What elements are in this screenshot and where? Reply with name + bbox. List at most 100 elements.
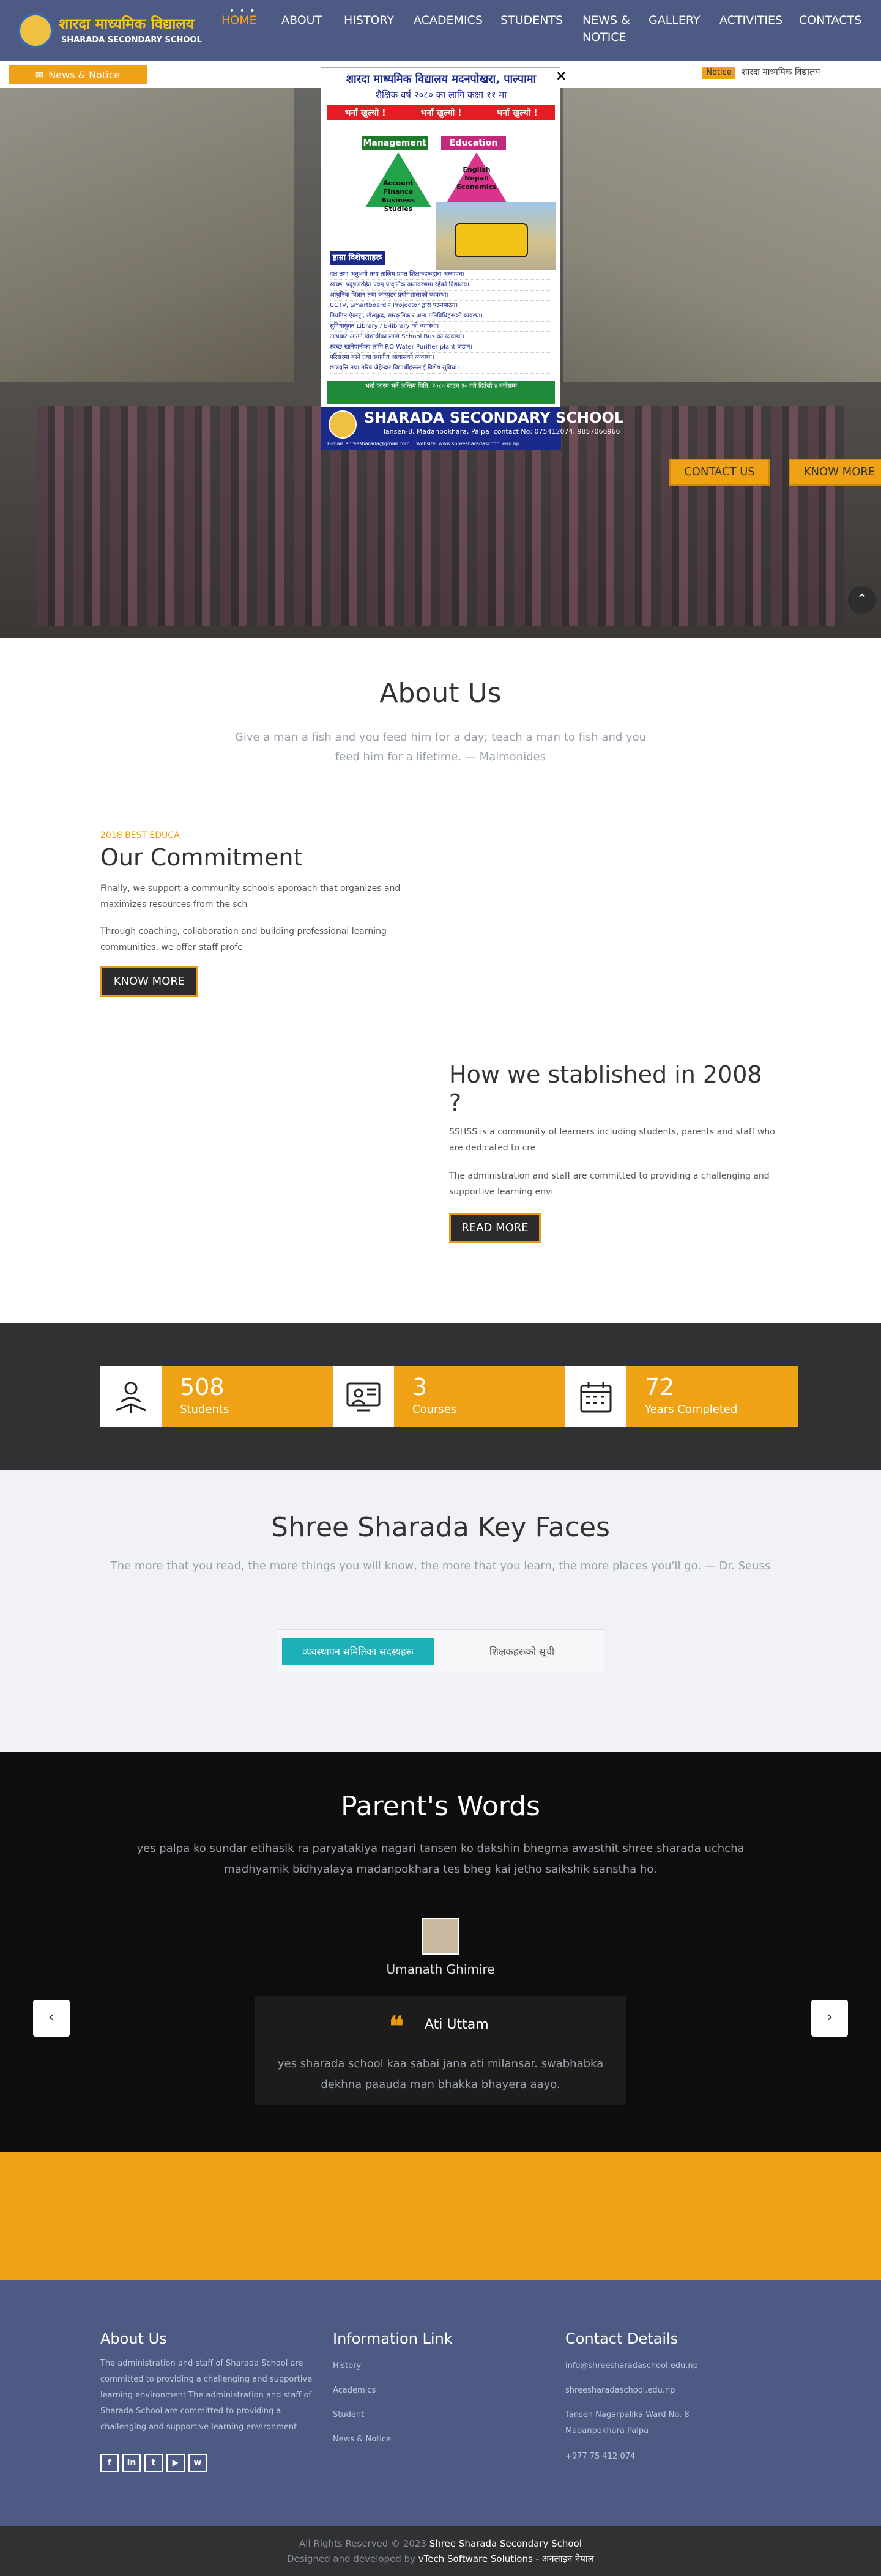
management-subjects: Account Finance Business Studies — [381, 179, 415, 213]
stat-number: 72 — [645, 1374, 675, 1401]
stat-courses: 3 Courses — [333, 1366, 565, 1427]
feature-item: आधुनिक विज्ञान तथा कम्प्युटर प्रयोगशालाक… — [330, 291, 552, 301]
facebook-icon[interactable]: f — [100, 2454, 119, 2472]
nav-about[interactable]: ABOUT — [281, 13, 322, 27]
news-notice-button[interactable]: ✉ News & Notice — [9, 65, 147, 84]
school-bus — [455, 223, 528, 257]
copyright-bar: All Rights Reserved © 2023 Shree Sharada… — [0, 2526, 881, 2576]
contact-us-button[interactable]: CONTACT US — [669, 459, 770, 486]
education-subjects: English Nepali Economics — [456, 166, 497, 191]
hero-know-more-button[interactable]: KNOW MORE — [789, 459, 881, 486]
notice-marquee[interactable]: शारदा माध्यमिक विद्यालय — [742, 66, 820, 78]
copyright-school-link[interactable]: Shree Sharada Secondary School — [429, 2538, 582, 2549]
parents-title: Parent's Words — [341, 1791, 540, 1822]
youtube-icon[interactable]: ▶ — [166, 2454, 185, 2472]
stat-label: Students — [180, 1403, 229, 1416]
stat-label: Courses — [412, 1403, 457, 1416]
close-icon[interactable]: × — [556, 68, 567, 84]
key-faces-quote: The more that you read, the more things … — [110, 1560, 771, 1572]
stat-label: Years Completed — [645, 1403, 738, 1416]
calendar-icon — [565, 1366, 626, 1427]
nav-students[interactable]: STUDENTS — [500, 13, 563, 27]
prev-arrow-icon[interactable]: ‹ — [33, 2000, 70, 2037]
popup-subtitle: शैक्षिक वर्ष २०८० का लागि कक्षा ११ मा — [375, 89, 507, 100]
parents-description: yes palpa ko sundar etihasik ra paryatak… — [136, 1842, 745, 1876]
next-arrow-icon[interactable]: › — [811, 2000, 848, 2037]
highlight-band — [0, 2152, 881, 2280]
footer-phone[interactable]: +977 75 412 074 — [565, 2449, 635, 2465]
nav-notice[interactable]: NOTICE — [582, 31, 626, 44]
admission-text: भर्ना खुल्यो ! — [496, 108, 538, 118]
notice-tag: Notice — [702, 67, 735, 79]
about-title: About Us — [379, 678, 502, 709]
key-faces-section: Shree Sharada Key Faces The more that yo… — [0, 1470, 881, 1752]
logo-english-name: SHARADA SECONDARY SCHOOL — [61, 35, 202, 45]
nav-news[interactable]: NEWS & — [582, 13, 630, 27]
admission-text: भर्ना खुल्यो ! — [344, 108, 386, 118]
main-nav: HOME ABOUT HISTORY ACADEMICS STUDENTS NE… — [214, 0, 881, 61]
established-title: How we stablished in 2008 ? — [449, 1061, 762, 1116]
nav-activities[interactable]: ACTIVITIES — [719, 13, 782, 27]
site-footer: About Us The administration and staff of… — [0, 2280, 881, 2526]
features-heading: हाम्रा विशेषताहरू — [330, 251, 385, 265]
chevron-up-icon[interactable]: ⌃ — [848, 586, 876, 614]
testimonial-card: ❝ Ati Uttam yes sharada school kaa sabai… — [255, 1996, 626, 2105]
nav-gallery[interactable]: GALLERY — [649, 13, 701, 27]
feature-item: नियमित ऐक्स्ट्रा, खेलकुद, सांस्कृतिक र अ… — [330, 311, 552, 322]
footer-website[interactable]: shreesharadaschool.edu.np — [565, 2383, 675, 2399]
school-bus-photo — [436, 202, 556, 270]
stat-students: 508 Students — [100, 1366, 333, 1427]
school-logo[interactable]: शारदा माध्यमिक विद्यालय SHARADA SECONDAR… — [18, 9, 202, 51]
commitment-eyebrow: 2018 BEST EDUCA — [100, 831, 180, 840]
commitment-title: Our Commitment — [100, 844, 303, 871]
management-stream: Management — [362, 136, 428, 150]
commitment-text: Finally, we support a community schools … — [100, 884, 401, 909]
key-faces-tabs: व्यवस्थापन समितिका सदस्यहरू शिक्षकहरूको … — [277, 1629, 604, 1673]
read-more-button[interactable]: READ MORE — [449, 1213, 541, 1243]
nav-academics[interactable]: ACADEMICS — [414, 13, 483, 27]
footer-links-title: Information Link — [333, 2330, 453, 2347]
stats-section: 508 Students 3 Courses 72 Years Complete… — [0, 1323, 881, 1470]
key-faces-title: Shree Sharada Key Faces — [271, 1512, 610, 1543]
popup-address: Tansen-8, Madanpokhara, Palpa contact No… — [382, 427, 620, 435]
feature-item: स्वच्छ, प्रदूषणरहित एवम् प्राकृतिक वाताव… — [330, 280, 552, 291]
feature-item: सुविधायुक्त Library / E-library को व्यवस… — [330, 322, 552, 332]
feature-item: टाढाबाट आउने विद्यार्थीका लागि School Bu… — [330, 332, 552, 342]
news-notice-label: News & Notice — [48, 68, 121, 81]
avatar — [422, 1918, 459, 1955]
footer-link-academics[interactable]: Academics — [333, 2383, 376, 2399]
parent-name: Umanath Ghimire — [386, 1962, 495, 1977]
stat-number: 508 — [180, 1374, 225, 1401]
form-deadline-notice: भर्ना फारम भर्ने अन्तिम मिति: २०८० साउन … — [327, 381, 555, 404]
envelope-icon: ✉ — [35, 68, 44, 81]
stat-years: 72 Years Completed — [565, 1366, 798, 1427]
footer-email[interactable]: info@shreesharadaschool.edu.np — [565, 2358, 698, 2374]
footer-link-student[interactable]: Student — [333, 2407, 364, 2423]
tab-management-committee[interactable]: व्यवस्थापन समितिका सदस्यहरू — [282, 1638, 434, 1665]
feature-item: परिसरमा बस्ने तथा स्थानीय आवासको व्यवस्थ… — [330, 353, 552, 363]
admission-open-banner: भर्ना खुल्यो ! भर्ना खुल्यो ! भर्ना खुल्… — [327, 105, 555, 120]
about-quote: Give a man a fish and you feed him for a… — [234, 731, 647, 763]
testimonial-title: Ati Uttam — [425, 2017, 489, 2032]
whatsapp-icon[interactable]: w — [188, 2454, 207, 2472]
footer-link-history[interactable]: History — [333, 2358, 361, 2374]
tab-teachers-list[interactable]: शिक्षकहरूको सूची — [461, 1638, 583, 1665]
testimonial-text: yes sharada school kaa sabai jana ati mi… — [277, 2057, 604, 2091]
copyright-line: All Rights Reserved © 2023 Shree Sharada… — [299, 2538, 582, 2549]
nav-contacts[interactable]: CONTACTS — [799, 13, 861, 27]
commitment-know-more-button[interactable]: KNOW MORE — [100, 966, 198, 997]
developer-line: Designed and developed by vTech Software… — [287, 2553, 594, 2564]
quote-icon: ❝ — [389, 2011, 404, 2042]
footer-address: Tansen Nagarpalika Ward No. 8 - Madanpok… — [565, 2410, 695, 2435]
footer-about-text: The administration and staff of Sharada … — [100, 2359, 313, 2432]
linkedin-icon[interactable]: in — [122, 2454, 141, 2472]
online-class-icon — [333, 1366, 394, 1427]
admission-text: भर्ना खुल्यो ! — [420, 108, 462, 118]
footer-link-news[interactable]: News & Notice — [333, 2432, 391, 2448]
twitter-icon[interactable]: t — [144, 2454, 163, 2472]
logo-nepali-name: शारदा माध्यमिक विद्यालय — [59, 15, 195, 32]
nav-home[interactable]: HOME — [221, 13, 257, 27]
developer-link[interactable]: vTech Software Solutions - अनलाइन नेपाल — [418, 2553, 594, 2564]
nav-history[interactable]: HISTORY — [344, 13, 394, 27]
feature-item: छात्रवृत्ति तथा गरिब जेहेन्दार विद्यार्थ… — [330, 363, 552, 374]
